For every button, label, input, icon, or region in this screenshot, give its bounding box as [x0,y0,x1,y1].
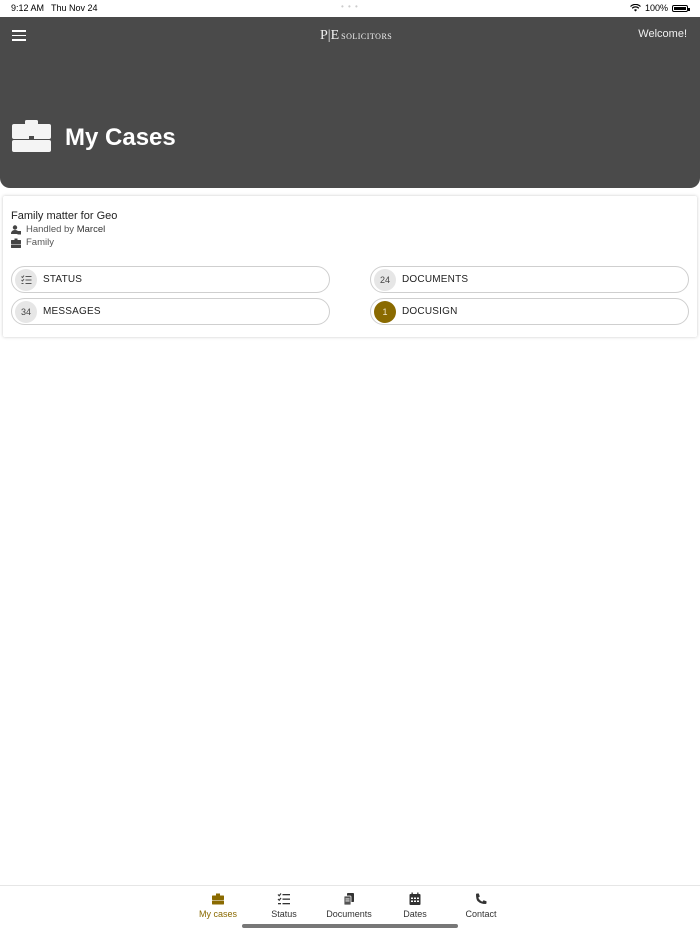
messages-button[interactable]: 34 MESSAGES [11,298,330,325]
case-category: Family [11,237,54,248]
home-indicator[interactable] [242,924,458,928]
menu-icon[interactable] [12,30,26,41]
checklist-icon [15,268,37,291]
page-title: My Cases [65,124,176,151]
nav-label-documents: Documents [326,909,372,919]
handled-prefix: Handled by [26,224,75,235]
multitasking-dots[interactable]: • • • [341,2,359,11]
nav-item-my-cases[interactable]: My cases [186,892,250,919]
calendar-icon [409,892,421,905]
docusign-button[interactable]: 1 DOCUSIGN [370,298,689,325]
nav-item-status[interactable]: Status [252,892,316,919]
briefcase-icon [212,893,224,905]
page-header: P|E SOLICITORS Welcome! My Cases [0,17,700,188]
logo: P|E SOLICITORS [320,28,392,44]
messages-button-label: MESSAGES [43,306,101,317]
checklist-icon [277,893,290,905]
status-time: 9:12 AM [11,3,45,13]
nav-label-status: Status [271,909,297,919]
documents-icon [343,893,354,906]
docusign-count-badge: 1 [374,300,396,323]
status-button[interactable]: STATUS [11,266,330,293]
battery-icon [672,4,690,12]
category-label: Family [26,237,54,248]
messages-count-badge: 34 [15,300,37,323]
welcome-text: Welcome! [638,28,687,40]
case-handler: Handled by Marcel [11,224,105,235]
status-bar: 9:12 AM Thu Nov 24 • • • 100% [0,0,700,17]
handler-name: Marcel [76,224,106,235]
status-right: 100% [630,3,690,13]
nav-item-documents[interactable]: Documents [317,892,381,919]
documents-button[interactable]: 24 DOCUMENTS [370,266,689,293]
case-card[interactable]: Family matter for Geo Handled by Marcel … [3,196,697,337]
nav-label-contact: Contact [465,909,497,919]
case-title: Family matter for Geo [11,210,118,222]
documents-count-badge: 24 [374,268,396,291]
nav-item-contact[interactable]: Contact [449,892,513,919]
status-button-label: STATUS [43,274,83,285]
wifi-icon [630,4,641,12]
nav-item-dates[interactable]: Dates [383,892,447,919]
briefcase-small-icon [11,238,21,248]
documents-button-label: DOCUMENTS [402,274,469,285]
nav-label-dates: Dates [403,909,427,919]
briefcase-icon [12,120,51,152]
battery-percent: 100% [644,3,668,13]
phone-icon [476,893,487,904]
person-icon [11,224,21,234]
status-date: Thu Nov 24 [51,3,98,13]
logo-mark: P|E [320,28,340,43]
docusign-button-label: DOCUSIGN [402,306,458,317]
logo-word: SOLICITORS [341,31,393,41]
nav-label-my-cases: My cases [198,909,237,919]
